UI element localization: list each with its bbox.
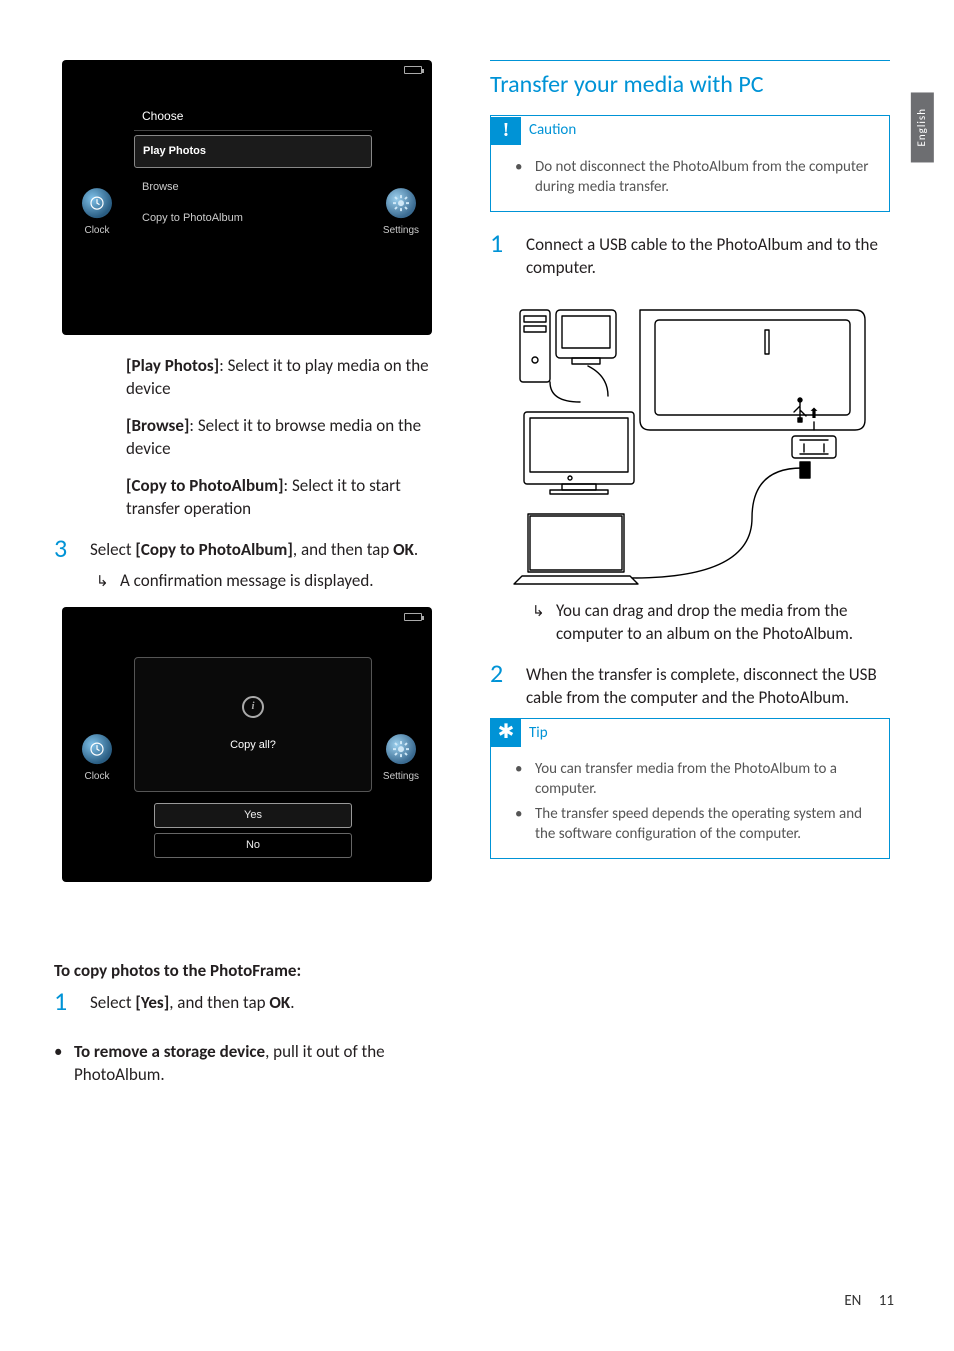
battery-icon	[404, 613, 422, 621]
shot-side-left-label: Clock	[84, 225, 109, 236]
page-content: Clock Settings Choose Play Photos Browse…	[0, 0, 954, 1131]
caution-icon: !	[491, 117, 521, 145]
r-step-1-number: 1	[490, 230, 514, 280]
connection-diagram: ⬆	[500, 290, 880, 590]
option-play-term: [Play Photos]	[126, 355, 219, 376]
bullet-remove-lead: To remove a storage device	[74, 1041, 265, 1062]
dialog-yes-button: Yes	[154, 803, 352, 828]
caution-bullet: • Do not disconnect the PhotoAlbum from …	[515, 157, 877, 198]
right-column: Transfer your media with PC ! Caution • …	[490, 60, 890, 1091]
shot-side-clock: Clock	[74, 734, 120, 784]
step-3-term: [Copy to PhotoAlbum]	[135, 539, 293, 560]
caution-body: • Do not disconnect the PhotoAlbum from …	[491, 145, 889, 212]
section-title-transfer: Transfer your media with PC	[490, 60, 890, 101]
tip-label: Tip	[529, 719, 548, 747]
left-column: Clock Settings Choose Play Photos Browse…	[54, 60, 454, 1091]
gear-icon	[386, 188, 416, 218]
device-screenshot-choose: Clock Settings Choose Play Photos Browse…	[62, 60, 432, 335]
step-1b-mid: , and then tap	[169, 992, 269, 1013]
caution-label: Caution	[529, 116, 576, 144]
result-arrow-icon: ↳	[532, 600, 548, 646]
tip-text-1: The transfer speed depends the operating…	[535, 804, 877, 845]
battery-icon	[404, 66, 422, 74]
step-3: 3 Select [Copy to PhotoAlbum], and then …	[54, 535, 454, 562]
bullet-dot-icon: •	[54, 1041, 64, 1087]
subhead-copy-photos: To copy photos to the PhotoFrame:	[54, 960, 454, 983]
r-step-1-body: Connect a USB cable to the PhotoAlbum an…	[526, 230, 890, 280]
footer-page: 11	[879, 1292, 894, 1310]
shot-option-browse: Browse	[134, 172, 372, 203]
option-copy-term: [Copy to PhotoAlbum]	[126, 475, 284, 496]
r-step-1-result-text: You can drag and drop the media from the…	[556, 600, 890, 646]
step-3-number: 3	[54, 535, 78, 562]
shot-title: Choose	[134, 102, 372, 131]
shot-side-settings: Settings	[378, 188, 424, 238]
step-3-result-text: A confirmation message is displayed.	[120, 570, 374, 593]
gear-icon	[386, 734, 416, 764]
bullet-remove-storage: • To remove a storage device, pull it ou…	[54, 1041, 454, 1087]
shot-option-copy: Copy to PhotoAlbum	[134, 203, 372, 234]
dialog-prompt: Copy all?	[230, 738, 276, 753]
option-browse-term: [Browse]	[126, 415, 189, 436]
step-1b-pre: Select	[90, 992, 135, 1013]
r-step-2: 2 When the transfer is complete, disconn…	[490, 660, 890, 710]
caution-text: Do not disconnect the PhotoAlbum from th…	[535, 157, 877, 198]
shot-side-right-label: Settings	[383, 771, 419, 782]
tip-text-0: You can transfer media from the PhotoAlb…	[535, 759, 877, 800]
option-play-desc: [Play Photos]: Select it to play media o…	[126, 355, 454, 401]
option-copy-desc: [Copy to PhotoAlbum]: Select it to start…	[126, 475, 454, 521]
step-3-pre: Select	[90, 539, 135, 560]
bullet-dot-icon: •	[515, 804, 525, 845]
step-1b-ok: OK	[269, 992, 290, 1013]
device-screenshot-copyall: Clock Settings i Copy all? Yes No	[62, 607, 432, 882]
caution-box: ! Caution • Do not disconnect the PhotoA…	[490, 115, 890, 212]
tip-item-1: • The transfer speed depends the operati…	[515, 804, 877, 845]
bullet-remove-text: To remove a storage device, pull it out …	[74, 1041, 454, 1087]
r-step-1-result: ↳ You can drag and drop the media from t…	[532, 600, 890, 646]
shot-side-clock: Clock	[74, 188, 120, 238]
tip-item-0: • You can transfer media from the PhotoA…	[515, 759, 877, 800]
bullet-dot-icon: •	[515, 157, 525, 198]
step-1b-body: Select [Yes], and then tap OK.	[90, 988, 454, 1015]
step-1b-term: [Yes]	[135, 992, 169, 1013]
step-3-result: ↳ A confirmation message is displayed.	[96, 570, 454, 593]
step-1b-post: .	[290, 992, 294, 1013]
shot-side-left-label: Clock	[84, 771, 109, 782]
tip-icon: ✱	[491, 719, 521, 747]
language-tab: English	[911, 92, 934, 162]
result-arrow-icon: ↳	[96, 570, 112, 593]
clock-icon	[82, 188, 112, 218]
caution-head: ! Caution	[491, 116, 889, 144]
clock-icon	[82, 734, 112, 764]
dialog-copyall: i Copy all?	[134, 657, 372, 792]
step-3-post: .	[414, 539, 418, 560]
shot-side-settings: Settings	[378, 734, 424, 784]
dialog-no-button: No	[154, 833, 352, 858]
shot-side-right-label: Settings	[383, 225, 419, 236]
svg-text:⬆: ⬆	[808, 405, 820, 422]
step-1b-number: 1	[54, 988, 78, 1015]
info-icon: i	[242, 696, 264, 718]
step-3-mid: , and then tap	[293, 539, 393, 560]
page-footer: EN 11	[844, 1291, 894, 1311]
option-browse-desc: [Browse]: Select it to browse media on t…	[126, 415, 454, 461]
tip-head: ✱ Tip	[491, 719, 889, 747]
shot-menu: Choose Play Photos Browse Copy to PhotoA…	[134, 102, 372, 307]
step-3-body: Select [Copy to PhotoAlbum], and then ta…	[90, 535, 454, 562]
r-step-2-number: 2	[490, 660, 514, 710]
tip-box: ✱ Tip • You can transfer media from the …	[490, 718, 890, 859]
bullet-dot-icon: •	[515, 759, 525, 800]
tip-body: • You can transfer media from the PhotoA…	[491, 747, 889, 858]
shot-option-play: Play Photos	[134, 135, 372, 168]
r-step-2-body: When the transfer is complete, disconnec…	[526, 660, 890, 710]
step-1b: 1 Select [Yes], and then tap OK.	[54, 988, 454, 1015]
footer-lang: EN	[844, 1292, 861, 1310]
r-step-1: 1 Connect a USB cable to the PhotoAlbum …	[490, 230, 890, 280]
step-3-ok: OK	[393, 539, 414, 560]
